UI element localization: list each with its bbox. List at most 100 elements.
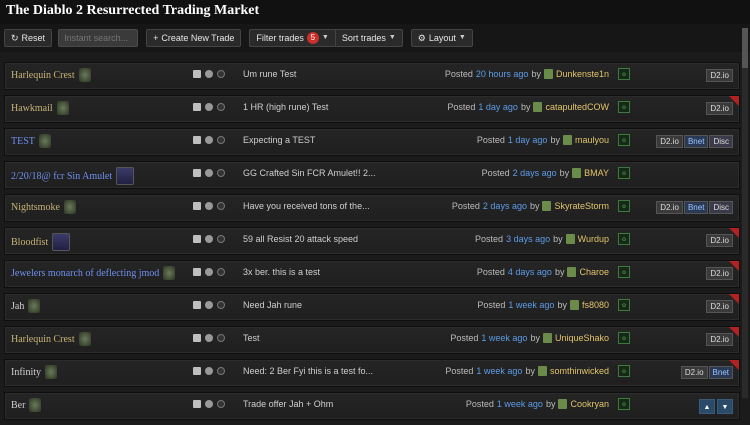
item-name-label: Harlequin Crest [11,69,75,81]
chevron-up-icon[interactable]: ▲ [699,399,715,414]
platform-icons [193,367,225,375]
username[interactable]: Cookryan [570,399,609,409]
platform-tag[interactable]: D2.io [680,366,708,379]
by-label: by [520,102,531,112]
platform-tag[interactable]: D2.io [706,69,733,82]
new-ribbon-icon [729,96,739,106]
layout-button[interactable]: ⚙ Layout ▼ [410,29,473,47]
windows-icon [193,367,201,375]
item-name[interactable]: Hawkmail [11,101,69,115]
username[interactable]: BMAY [584,168,609,178]
username[interactable]: maulyou [575,135,609,145]
item-name[interactable]: Harlequin Crest [11,332,91,346]
posted-time: 1 week ago [476,366,523,376]
platform-icons [193,268,225,276]
trade-description[interactable]: 3x ber. this is a test [243,267,320,277]
item-name-label: TEST [11,135,35,147]
by-label: by [525,366,535,376]
trade-row[interactable]: Bloodfist 59 all Resist 20 attack speed … [4,227,740,255]
item-name[interactable]: Jewelers monarch of deflecting jmod [11,266,176,280]
trade-row[interactable]: Jah Need Jah rune Posted 1 week ago by f… [4,293,740,321]
scrollbar[interactable] [742,28,748,398]
windows-icon [193,136,201,144]
trade-description[interactable]: GG Crafted Sin FCR Amulet!! 2... [243,168,376,178]
search-input[interactable] [58,29,139,47]
item-name[interactable]: Ber [11,398,42,412]
trade-description[interactable]: Need Jah rune [243,300,302,310]
platform-tag[interactable]: Disc [709,135,733,148]
plus-circle-icon [217,70,225,78]
by-label: by [529,201,540,211]
trade-description[interactable]: Expecting a TEST [243,135,315,145]
platform-tag[interactable]: Disc [709,201,733,214]
platform-tags: D2.io Bnet Disc [656,201,733,214]
scrollbar-thumb[interactable] [742,28,748,68]
online-status-icon: o [618,233,630,245]
trade-row[interactable]: Nightsmoke Have you received tons of the… [4,194,740,222]
platform-tags: D2.io Bnet [680,366,733,379]
trade-description[interactable]: Um rune Test [243,69,296,79]
windows-icon [193,70,201,78]
windows-icon [193,235,201,243]
by-label: by [550,135,560,145]
platform-tag[interactable]: Bnet [683,201,709,214]
username[interactable]: UniqueShako [555,333,609,343]
posted-label: Posted [451,201,480,211]
console-icon [205,169,213,177]
trade-row[interactable]: Infinity Need: 2 Ber Fyi this is a test … [4,359,740,387]
username[interactable]: Charoe [579,267,609,277]
username[interactable]: somthinwicked [550,366,609,376]
item-name[interactable]: Infinity [11,365,57,379]
filter-trades-button[interactable]: Filter trades 5 ▼ [249,29,335,47]
new-ribbon-icon [729,228,739,238]
item-name[interactable]: Jah [11,299,41,313]
trade-description[interactable]: Trade offer Jah + Ohm [243,399,333,409]
trade-description[interactable]: Test [243,333,260,343]
posted-info: Posted 1 week ago by fs8080 [477,300,609,310]
trade-row[interactable]: Harlequin Crest Um rune Test Posted 20 h… [4,62,740,90]
username[interactable]: SkyrateStorm [554,201,609,211]
trade-description[interactable]: 59 all Resist 20 attack speed [243,234,358,244]
platform-icons [193,136,225,144]
online-status-icon: o [618,101,630,113]
avatar [565,234,575,244]
item-name[interactable]: 2/20/18@ fcr Sin Amulet [11,167,135,185]
trade-row[interactable]: Harlequin Crest Test Posted 1 week ago b… [4,326,740,354]
avatar [562,135,572,145]
trade-description[interactable]: Need: 2 Ber Fyi this is a test fo... [243,366,373,376]
username[interactable]: Dunkenste1n [556,69,609,79]
item-icon [29,398,42,412]
create-trade-button[interactable]: + Create New Trade [146,29,242,47]
reset-button[interactable]: ↻ Reset [4,29,53,47]
item-name[interactable]: Harlequin Crest [11,68,91,82]
username[interactable]: catapultedCOW [545,102,609,112]
trade-description[interactable]: 1 HR (high rune) Test [243,102,328,112]
username[interactable]: fs8080 [582,300,609,310]
item-name-label: Nightsmoke [11,201,60,213]
item-name[interactable]: Nightsmoke [11,200,76,214]
chevron-down-icon[interactable]: ▼ [717,399,733,414]
trade-row[interactable]: 2/20/18@ fcr Sin Amulet GG Crafted Sin F… [4,161,740,189]
trade-row[interactable]: Ber Trade offer Jah + Ohm Posted 1 week … [4,392,740,420]
app-title: The Diablo 2 Resurrected Trading Market [0,0,750,24]
platform-tag[interactable]: Bnet [683,135,709,148]
item-name[interactable]: TEST [11,134,51,148]
posted-time: 3 days ago [506,234,551,244]
console-icon [205,136,213,144]
username[interactable]: Wurdup [578,234,609,244]
trade-description[interactable]: Have you received tons of the... [243,201,370,211]
item-icon [78,332,91,346]
item-icon [163,266,176,280]
posted-time: 4 days ago [507,267,552,277]
trade-row[interactable]: TEST Expecting a TEST Posted 1 day ago b… [4,128,740,156]
platform-tag[interactable]: D2.io [656,135,683,148]
posted-info: Posted 20 hours ago by Dunkenste1n [445,69,609,79]
plus-circle-icon [217,334,225,342]
posted-info: Posted 1 day ago by maulyou [477,135,609,145]
trade-row[interactable]: Hawkmail 1 HR (high rune) Test Posted 1 … [4,95,740,123]
sort-trades-button[interactable]: Sort trades ▼ [334,29,403,47]
trade-row[interactable]: Jewelers monarch of deflecting jmod 3x b… [4,260,740,288]
platform-tag[interactable]: D2.io [656,201,683,214]
item-name[interactable]: Bloodfist [11,233,71,251]
posted-label: Posted [475,234,504,244]
